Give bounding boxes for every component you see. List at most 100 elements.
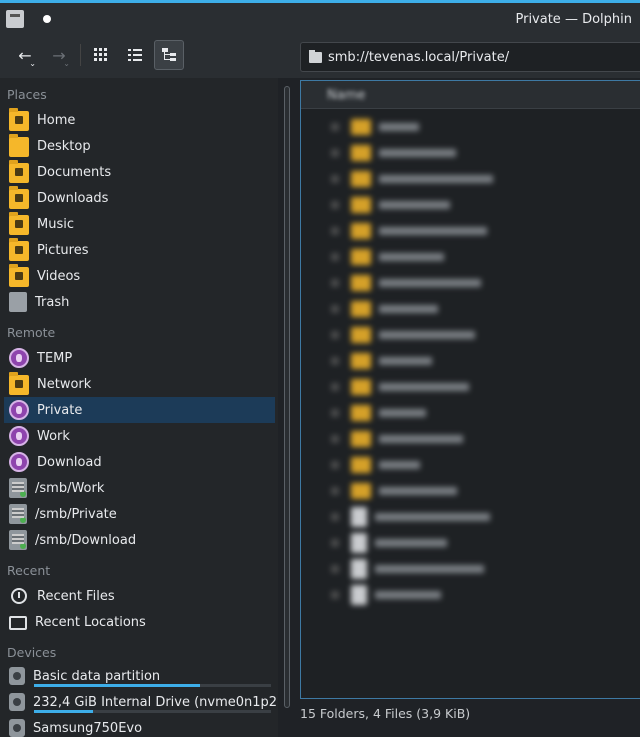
expand-arrow-icon[interactable] <box>331 539 339 547</box>
column-header[interactable]: Name <box>301 81 640 109</box>
sidebar-item-documents[interactable]: Documents <box>4 159 275 185</box>
file-row[interactable] <box>331 532 447 554</box>
item-name-blurred <box>375 591 441 599</box>
expand-arrow-icon[interactable] <box>331 227 339 235</box>
folder-row[interactable] <box>331 428 463 450</box>
expand-arrow-icon[interactable] <box>331 383 339 391</box>
sidebar-item-recent-files[interactable]: Recent Files <box>4 583 275 609</box>
folder-row[interactable] <box>331 220 487 242</box>
downloads-folder-icon <box>9 186 29 209</box>
expand-arrow-icon[interactable] <box>331 461 339 469</box>
back-button[interactable]: ← ⌄ <box>10 40 40 70</box>
expand-arrow-icon[interactable] <box>331 201 339 209</box>
expand-arrow-icon[interactable] <box>331 513 339 521</box>
sidebar-item-videos[interactable]: Videos <box>4 263 275 289</box>
sidebar-item-recent-locations[interactable]: Recent Locations <box>4 609 275 635</box>
expand-arrow-icon[interactable] <box>331 591 339 599</box>
keep-above-icon[interactable] <box>43 15 51 23</box>
sidebar-item-samsung750evo[interactable]: Samsung750Evo <box>4 715 275 737</box>
back-dropdown-icon: ⌄ <box>29 59 36 68</box>
expand-arrow-icon[interactable] <box>331 435 339 443</box>
file-row[interactable] <box>331 506 490 528</box>
folder-row[interactable] <box>331 350 432 372</box>
expand-arrow-icon[interactable] <box>331 487 339 495</box>
folder-icon <box>351 301 371 317</box>
sidebar-item-desktop[interactable]: Desktop <box>4 133 275 159</box>
pictures-folder-icon <box>9 238 29 261</box>
window-menu-icon[interactable] <box>6 10 24 28</box>
network-globe-icon <box>9 452 29 472</box>
item-name-blurred <box>379 331 475 339</box>
sidebar-item-trash[interactable]: Trash <box>4 289 275 315</box>
folder-icon <box>351 223 371 239</box>
expand-arrow-icon[interactable] <box>331 331 339 339</box>
toolbar-separator <box>80 44 81 66</box>
usage-fill <box>34 684 200 687</box>
network-folder-icon <box>9 372 29 395</box>
file-row[interactable] <box>331 584 441 606</box>
expand-arrow-icon[interactable] <box>331 175 339 183</box>
folder-icon <box>351 249 371 265</box>
sidebar-item-private[interactable]: Private <box>4 397 275 423</box>
expand-arrow-icon[interactable] <box>331 357 339 365</box>
item-name-blurred <box>379 201 450 209</box>
list-icon <box>128 49 142 61</box>
folder-row[interactable] <box>331 324 475 346</box>
folder-icon <box>351 353 371 369</box>
disk-icon <box>9 667 25 685</box>
section-recent: Recent <box>7 563 51 578</box>
videos-folder-icon <box>9 264 29 287</box>
folder-row[interactable] <box>331 272 481 294</box>
music-folder-icon <box>9 212 29 235</box>
sidebar-item-smb-work[interactable]: /smb/Work <box>4 475 275 501</box>
folder-icon <box>309 49 322 63</box>
folder-row[interactable] <box>331 480 457 502</box>
folder-row[interactable] <box>331 376 469 398</box>
folder-row[interactable] <box>331 454 420 476</box>
details-view-button[interactable] <box>154 40 184 70</box>
sidebar-item-music[interactable]: Music <box>4 211 275 237</box>
sidebar-item-pictures[interactable]: Pictures <box>4 237 275 263</box>
folder-row[interactable] <box>331 246 444 268</box>
file-row[interactable] <box>331 558 484 580</box>
disk-icon <box>9 719 25 737</box>
sidebar-item-work[interactable]: Work <box>4 423 275 449</box>
folder-icon <box>351 405 371 421</box>
folder-row[interactable] <box>331 116 419 138</box>
title-bar: Private — Dolphin <box>0 0 640 36</box>
location-bar[interactable]: smb://tevenas.local/Private/ <box>300 42 640 72</box>
forward-button[interactable]: → ⌄ <box>44 40 74 70</box>
section-devices: Devices <box>7 645 57 660</box>
location-path[interactable]: smb://tevenas.local/Private/ <box>328 50 509 65</box>
expand-arrow-icon[interactable] <box>331 279 339 287</box>
sidebar-item-smb-private[interactable]: /smb/Private <box>4 501 275 527</box>
sidebar-item-download[interactable]: Download <box>4 449 275 475</box>
expand-arrow-icon[interactable] <box>331 305 339 313</box>
folder-row[interactable] <box>331 298 438 320</box>
sidebar-item-smb-download[interactable]: /smb/Download <box>4 527 275 553</box>
sidebar-item-network[interactable]: Network <box>4 371 275 397</box>
folder-row[interactable] <box>331 194 450 216</box>
folder-row[interactable] <box>331 142 456 164</box>
places-scrollbar[interactable] <box>284 86 290 708</box>
folder-row[interactable] <box>331 402 426 424</box>
column-header-name[interactable]: Name <box>327 88 365 103</box>
item-name-blurred <box>379 461 420 469</box>
sidebar-item-home[interactable]: Home <box>4 107 275 133</box>
item-name-blurred <box>379 149 456 157</box>
file-view[interactable]: Name <box>300 80 640 699</box>
sidebar-item-temp[interactable]: TEMP <box>4 345 275 371</box>
places-panel: Places Home Desktop Documents Downloads … <box>0 78 278 737</box>
grid-icon <box>94 48 107 61</box>
expand-arrow-icon[interactable] <box>331 409 339 417</box>
expand-arrow-icon[interactable] <box>331 149 339 157</box>
folder-row[interactable] <box>331 168 493 190</box>
disk-icon <box>9 693 25 711</box>
expand-arrow-icon[interactable] <box>331 253 339 261</box>
compact-view-button[interactable] <box>120 40 150 70</box>
network-drive-icon <box>9 478 27 498</box>
expand-arrow-icon[interactable] <box>331 123 339 131</box>
icons-view-button[interactable] <box>86 40 116 70</box>
sidebar-item-downloads[interactable]: Downloads <box>4 185 275 211</box>
expand-arrow-icon[interactable] <box>331 565 339 573</box>
